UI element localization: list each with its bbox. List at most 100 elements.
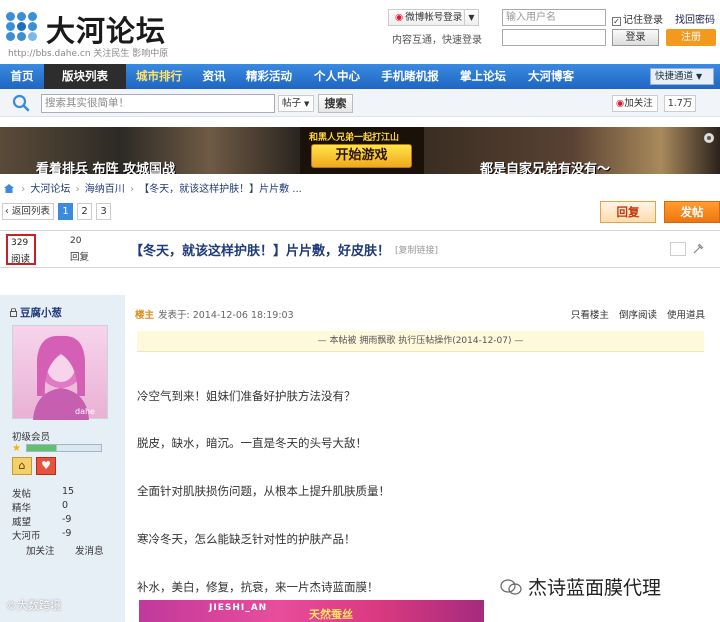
password-input[interactable] [502, 29, 606, 46]
new-post-button[interactable]: 发帖 [664, 201, 720, 223]
only-op-link[interactable]: 只看楼主 [571, 310, 609, 321]
quick-nav-dropdown[interactable]: 快捷通道 ▼ [650, 68, 714, 85]
views-count: 329 [11, 238, 29, 248]
post-paragraph: 冷空气到来！姐妹们准备好护肤方法没有？ [137, 389, 356, 403]
avatar-watermark: dahe [75, 407, 95, 416]
site-logo[interactable]: 大河论坛 http://bbs.dahe.cn 关注民生 影响中原 [6, 8, 176, 59]
wechat-icon [500, 579, 522, 595]
weibo-icon: ◉ [395, 12, 404, 23]
search-icon [12, 94, 30, 112]
avatar[interactable]: dahe [12, 325, 108, 420]
nav-item-profile[interactable]: 个人中心 [302, 64, 372, 89]
game-ad-banner[interactable]: 和黑人兄弟一起打江山 开始游戏 看着排兵 布阵 攻城国战 都是自家兄弟有没有～ [0, 127, 720, 174]
stat-value: -9 [62, 528, 72, 539]
pin-icon[interactable] [691, 242, 705, 256]
star-icon: ★ [12, 443, 21, 454]
post-paragraph: 全面针对肌肤损伤问题，从根本上提升肌肤质量！ [137, 484, 390, 498]
start-game-button[interactable]: 开始游戏 [311, 144, 412, 168]
breadcrumb-item-board[interactable]: 海纳百川 [85, 184, 125, 195]
breadcrumb-item-thread[interactable]: 【冬天，就该这样护肤！】片片敷 ... [139, 184, 302, 195]
stat-value: 0 [62, 500, 69, 511]
checkbox-icon[interactable]: ✓ [612, 17, 621, 26]
weibo-login-button[interactable]: ◉ 微博帐号登录 ▼ [388, 9, 479, 26]
page-1[interactable]: 1 [58, 203, 73, 220]
reverse-order-link[interactable]: 倒序阅读 [619, 310, 657, 321]
quick-login-text: 内容互通，快速登录 [392, 35, 482, 46]
chevron-down-icon: ▼ [304, 100, 310, 108]
chevron-left-icon: ‹ [5, 206, 9, 217]
nav-item-blog[interactable]: 大河博客 [518, 64, 584, 89]
op-badge: 楼主 [135, 310, 155, 321]
banner-caption-left: 看着排兵 布阵 攻城国战 [36, 162, 176, 174]
login-button[interactable]: 登录 [612, 29, 659, 46]
views-label: 阅读 [11, 254, 31, 265]
user-rank: 初级会员 [12, 432, 51, 443]
logo-slogan-text: 关注民生 影响中原 [93, 49, 169, 59]
page-2[interactable]: 2 [77, 203, 92, 220]
nav-item-home[interactable]: 首页 [0, 64, 44, 89]
banner-caption-right: 都是自家兄弟有没有～ [480, 162, 611, 174]
remember-login-checkbox[interactable]: ✓ 记住登录 [612, 11, 663, 26]
weibo-follow-button[interactable]: ◉加关注 [612, 95, 658, 112]
quick-nav-label: 快捷通道 [655, 71, 694, 82]
logo-text: 大河论坛 [46, 14, 167, 48]
replies-label: 回复 [70, 252, 90, 263]
user-icon [10, 308, 17, 317]
home-icon[interactable]: ⌂ [12, 457, 32, 475]
ad-tagline-text: 天然蚕丝 [309, 608, 353, 621]
author-name[interactable]: 豆腐小葱 [10, 305, 62, 320]
back-to-list-label: 返回列表 [11, 206, 50, 217]
heart-icon[interactable]: ♥ [36, 457, 56, 475]
logo-dots-icon [6, 12, 42, 42]
follow-user-link[interactable]: 加关注 [26, 543, 55, 557]
find-password-link[interactable]: 找回密码 [675, 11, 715, 26]
stat-label: 大河币 [12, 531, 41, 542]
logo-slogan: http://bbs.dahe.cn 关注民生 影响中原 [8, 46, 168, 59]
thread-header: 329 阅读 20 回复 【冬天，就该这样护肤！】片片敷，好皮肤！ [复制链接] [0, 230, 720, 268]
post-time: 发表于: 2014-12-06 18:19:03 [158, 310, 294, 321]
breadcrumb-item-forum[interactable]: 大河论坛 [30, 184, 70, 195]
reply-button[interactable]: 回复 [600, 201, 656, 223]
level-progress-bar [26, 444, 102, 452]
page-3[interactable]: 3 [96, 203, 111, 220]
chevron-down-icon[interactable]: ▼ [464, 10, 478, 25]
register-button[interactable]: 注册 [666, 29, 716, 46]
product-ad-image[interactable]: JIESHI_AN 天然蚕丝 [139, 600, 484, 622]
username-input[interactable]: 输入用户名 [502, 9, 606, 26]
follow-label: 加关注 [624, 98, 653, 109]
nav-item-mobile-forum[interactable]: 掌上论坛 [448, 64, 518, 89]
post-notice: — 本帖被 拥雨飘歌 执行压帖操作(2014-12-07) — [137, 331, 704, 352]
post-tools: 只看楼主 倒序阅读 使用道具 [564, 307, 705, 321]
nav-item-board-list[interactable]: 版块列表 [44, 64, 126, 89]
back-to-list-button[interactable]: ‹ 返回列表 [2, 203, 54, 220]
nav-item-news[interactable]: 资讯 [192, 64, 236, 89]
search-bar: 搜索其实很简单！ 帖子 ▼ 搜索 ◉加关注 1.7万 [0, 89, 720, 117]
search-input[interactable]: 搜索其实很简单！ [41, 94, 275, 113]
nav-item-city-rank[interactable]: 城市排行 [126, 64, 192, 89]
views-highlight: 329 阅读 [6, 234, 36, 265]
search-type-select[interactable]: 帖子 ▼ [278, 95, 314, 112]
weibo-login-label: 微博帐号登录 [405, 12, 463, 23]
home-icon[interactable] [4, 184, 14, 193]
stat-label: 发帖 [12, 489, 32, 500]
post-paragraph: 寒冷冬天，怎么能缺乏针对性的护肤产品！ [137, 532, 356, 546]
remember-label: 记住登录 [623, 15, 663, 26]
site-header: 大河论坛 http://bbs.dahe.cn 关注民生 影响中原 ◉ 微博帐号登… [0, 0, 720, 62]
nav-item-mobile[interactable]: 手机睹机报 [372, 64, 448, 89]
copy-link[interactable]: [复制链接] [395, 243, 438, 256]
fans-count: 1.7万 [664, 95, 696, 112]
source-watermark: ©大数跨境 [6, 599, 61, 612]
search-type-label: 帖子 [282, 98, 302, 109]
thread-title: 【冬天，就该这样护肤！】片片敷，好皮肤！ [130, 244, 391, 259]
post-paragraph: 补水，美白，修复，抗衰，来一片杰诗蓝面膜！ [137, 580, 379, 594]
thread-option-box[interactable] [670, 242, 686, 256]
search-button[interactable]: 搜索 [318, 94, 353, 113]
nav-item-events[interactable]: 精彩活动 [236, 64, 302, 89]
send-message-link[interactable]: 发消息 [75, 543, 104, 557]
breadcrumb-separator: › [129, 184, 134, 195]
gear-icon[interactable] [702, 131, 716, 145]
replies-count: 20 [70, 236, 82, 246]
post-paragraph: 脱皮，缺水，暗沉。一直是冬天的头号大敌！ [137, 436, 367, 450]
use-item-link[interactable]: 使用道具 [667, 310, 705, 321]
breadcrumb: › 大河论坛 › 海纳百川 › 【冬天，就该这样护肤！】片片敷 ... [4, 180, 302, 195]
